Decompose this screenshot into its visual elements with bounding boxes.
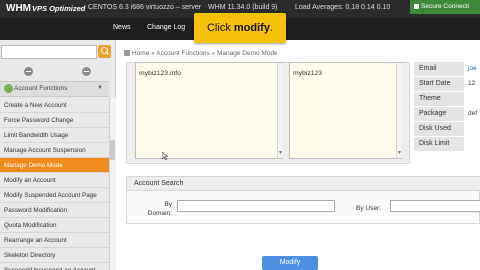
by-domain-input[interactable] — [177, 200, 335, 212]
by-domain-label: By Domain: — [147, 201, 172, 217]
info-label: Email — [414, 62, 464, 77]
sidebar-item[interactable]: Rearrange an Account — [0, 233, 109, 248]
listbox-faded-entry: ... — [293, 63, 299, 69]
sidebar-item[interactable]: Password Modification — [0, 203, 109, 218]
info-value — [465, 122, 480, 137]
scroll-down-icon[interactable]: ▼ — [397, 150, 402, 156]
info-value — [465, 137, 480, 152]
scroll-down-icon[interactable]: ▼ — [278, 150, 283, 156]
sidebar-search-input[interactable] — [1, 45, 97, 59]
by-user-input[interactable] — [390, 200, 480, 212]
account-functions-icon — [4, 84, 13, 93]
sidebar-scrollbar[interactable] — [109, 98, 116, 270]
expand-all-icon[interactable] — [82, 67, 91, 76]
info-value[interactable]: joe — [465, 62, 480, 77]
chevron-down-icon[interactable]: ▼ — [97, 85, 103, 91]
sidebar-item[interactable]: Manage Demo Mode — [0, 158, 109, 173]
whm-logo[interactable]: WHMVPS Optimized — [6, 3, 85, 15]
home-icon[interactable] — [124, 50, 130, 56]
sidebar-item[interactable]: Create a New Account — [0, 98, 109, 113]
mouse-cursor-icon — [162, 152, 168, 160]
nav-changelog-link[interactable]: Change Log — [147, 24, 185, 31]
breadcrumb-account-functions[interactable]: Account Functions — [156, 50, 209, 57]
info-value: def — [468, 110, 478, 117]
info-label: Disk Used — [414, 122, 464, 137]
collapse-all-icon[interactable] — [24, 67, 33, 76]
breadcrumb: Home » Account Functions » Manage Demo M… — [124, 50, 278, 57]
callout-prefix: Click — [206, 22, 234, 34]
sidebar-item[interactable]: Modify Suspended Account Page — [0, 188, 109, 203]
logo-sub-text: VPS Optimized — [32, 4, 86, 13]
sidebar-item[interactable]: Limit Bandwidth Usage — [0, 128, 109, 143]
info-value — [465, 92, 480, 107]
modify-button[interactable]: Modify — [262, 256, 318, 270]
breadcrumb-separator: » — [151, 50, 155, 57]
sidebar-item[interactable]: Suspend/Unsuspend an Account — [0, 263, 109, 270]
load-averages: Load Averages: 0.18 0.14 0.10 — [295, 4, 391, 11]
tutorial-callout: Click modify. — [194, 13, 286, 43]
listbox-scrollbar[interactable] — [396, 63, 402, 158]
username-option[interactable]: mybiz123 — [293, 70, 322, 77]
username-listbox[interactable]: ... mybiz123 ▼ — [289, 62, 402, 159]
sidebar-item[interactable]: Skeleton Directory — [0, 248, 109, 263]
domain-listbox[interactable]: ... mybiz123.info ▼ — [135, 62, 283, 159]
secure-connection-badge: Secure Connecti — [410, 0, 480, 14]
sidebar-section-label: Account Functions — [14, 85, 68, 92]
sidebar-item[interactable]: Force Password Change — [0, 113, 109, 128]
sidebar-item[interactable]: Modify an Account — [0, 173, 109, 188]
account-search-title: Account Search — [127, 177, 480, 191]
breadcrumb-home[interactable]: Home — [132, 50, 149, 57]
whm-version: WHM 11.34.0 (build 9) — [208, 4, 278, 11]
info-label: Start Date — [414, 77, 464, 92]
callout-suffix: . — [269, 22, 273, 34]
lock-icon — [414, 4, 419, 9]
breadcrumb-separator: » — [211, 50, 216, 57]
listbox-faded-entry: ... — [139, 63, 145, 69]
listbox-scrollbar[interactable] — [277, 63, 283, 158]
secure-label: Secure Connecti — [421, 3, 470, 10]
breadcrumb-current: Manage Demo Mode — [216, 50, 278, 57]
nav-news-link[interactable]: News — [113, 24, 131, 31]
domain-option[interactable]: mybiz123.info — [139, 70, 181, 77]
info-label: Theme — [414, 92, 464, 107]
info-label: Package — [414, 107, 464, 122]
info-label: Disk Limit — [414, 137, 464, 152]
info-value: 12 — [468, 80, 476, 87]
sidebar-item[interactable]: Manage Account Suspension — [0, 143, 109, 158]
logo-main-text: WHM — [6, 3, 31, 14]
sidebar-scrollbar-thumb[interactable] — [110, 140, 115, 160]
by-user-label: By User: — [356, 205, 381, 212]
os-info: CENTOS 6.3 i686 virtuozzo – server — [88, 4, 202, 11]
callout-emphasis: modify — [233, 22, 270, 34]
search-icon[interactable] — [98, 45, 111, 58]
sidebar-item[interactable]: Quota Modification — [0, 218, 109, 233]
